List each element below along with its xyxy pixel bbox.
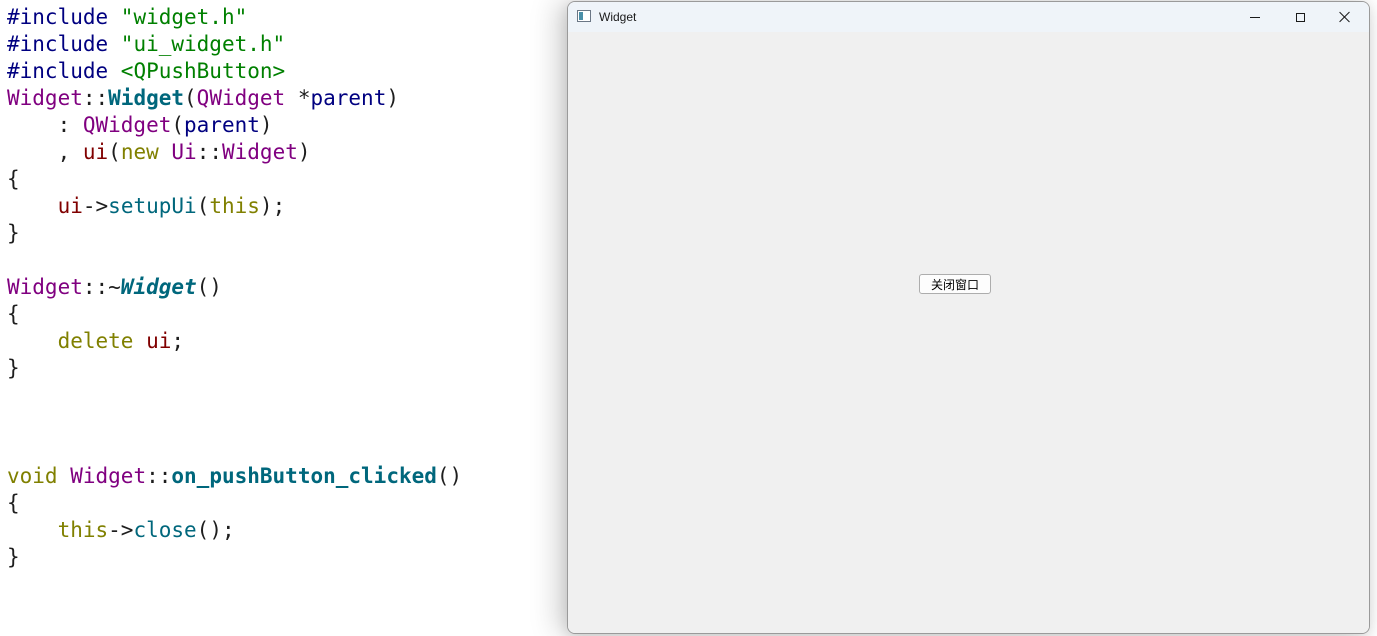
code-token: , — [7, 140, 83, 164]
code-token: : — [7, 113, 83, 137]
code-token: close — [133, 518, 197, 542]
code-token: parent — [310, 86, 387, 110]
code-token: ( — [108, 140, 121, 164]
code-line: #include "widget.h" — [7, 4, 462, 31]
code-token: () — [436, 464, 463, 488]
minimize-button[interactable] — [1232, 2, 1278, 32]
widget-window: Widget 关闭窗口 — [567, 1, 1370, 634]
code-token: :: — [196, 140, 222, 164]
code-token: { — [7, 167, 20, 191]
code-token: ( — [184, 86, 197, 110]
code-token: :: — [146, 464, 172, 488]
code-line: { — [7, 490, 462, 517]
code-token: ui — [57, 194, 83, 218]
code-token: } — [7, 545, 20, 569]
code-line: delete ui; — [7, 328, 462, 355]
code-line: #include "ui_widget.h" — [7, 31, 462, 58]
code-token: Widget — [222, 140, 298, 164]
maximize-icon — [1295, 12, 1305, 22]
code-line: void Widget::on_pushButton_clicked() — [7, 463, 462, 490]
code-token: ( — [171, 113, 185, 137]
code-token: ui — [146, 329, 172, 353]
code-token: void — [7, 464, 58, 488]
code-token: this — [209, 194, 260, 218]
code-token: #include — [7, 5, 121, 29]
title-bar[interactable]: Widget — [568, 2, 1369, 32]
window-title: Widget — [599, 10, 637, 24]
code-line: this->close(); — [7, 517, 462, 544]
close-button[interactable] — [1322, 2, 1368, 32]
code-token: (); — [196, 518, 235, 542]
code-token: #include — [7, 59, 121, 83]
code-token: QWidget — [196, 86, 286, 110]
code-token: Widget — [108, 86, 185, 110]
code-token: } — [7, 221, 20, 245]
code-line: #include <QPushButton> — [7, 58, 462, 85]
minimize-icon — [1250, 16, 1260, 18]
widget-client-area: 关闭窗口 — [568, 32, 1369, 633]
code-line: Widget::~Widget() — [7, 274, 462, 301]
code-line: { — [7, 166, 462, 193]
app-window-icon — [577, 10, 591, 22]
code-token: #include — [7, 32, 121, 56]
code-token: ) — [386, 86, 399, 110]
code-token: () — [196, 275, 222, 299]
code-line: , ui(new Ui::Widget) — [7, 139, 462, 166]
code-token: -> — [108, 518, 134, 542]
maximize-button[interactable] — [1277, 2, 1323, 32]
code-token: Widget — [120, 275, 197, 299]
code-token: new — [120, 140, 159, 164]
code-token: ); — [259, 194, 286, 218]
code-token: Ui — [171, 140, 197, 164]
code-token: parent — [184, 113, 260, 137]
code-token: "widget.h" — [120, 5, 248, 29]
code-token: ) — [297, 140, 311, 164]
code-token: setupUi — [108, 194, 197, 218]
code-token: * — [285, 86, 311, 110]
code-token: :: — [82, 86, 109, 110]
code-token: } — [7, 356, 20, 380]
code-token: { — [7, 302, 20, 326]
code-token: ui — [82, 140, 109, 164]
code-token: ; — [171, 329, 185, 353]
code-token: on_pushButton_clicked — [171, 464, 437, 488]
code-line: ui->setupUi(this); — [7, 193, 462, 220]
close-window-button[interactable]: 关闭窗口 — [919, 274, 991, 294]
code-line: } — [7, 220, 462, 247]
code-token: this — [57, 518, 109, 542]
code-token: <QPushButton> — [120, 59, 286, 83]
code-line: { — [7, 301, 462, 328]
code-line: } — [7, 544, 462, 571]
code-token: { — [7, 491, 20, 515]
code-token: Widget — [7, 275, 83, 299]
code-token: ( — [196, 194, 210, 218]
close-icon — [1339, 11, 1351, 23]
code-token: Widget — [70, 464, 147, 488]
code-token: delete — [57, 329, 134, 353]
code-token: QWidget — [82, 113, 172, 137]
code-token: ::~ — [82, 275, 121, 299]
code-token: ) — [259, 113, 273, 137]
code-token: -> — [82, 194, 109, 218]
code-line: : QWidget(parent) — [7, 112, 462, 139]
code-token: Widget — [7, 86, 83, 110]
code-line: Widget::Widget(QWidget *parent) — [7, 85, 462, 112]
code-line: } — [7, 355, 462, 382]
code-editor[interactable]: #include "widget.h" #include "ui_widget.h… — [7, 4, 462, 571]
code-token: "ui_widget.h" — [120, 32, 286, 56]
